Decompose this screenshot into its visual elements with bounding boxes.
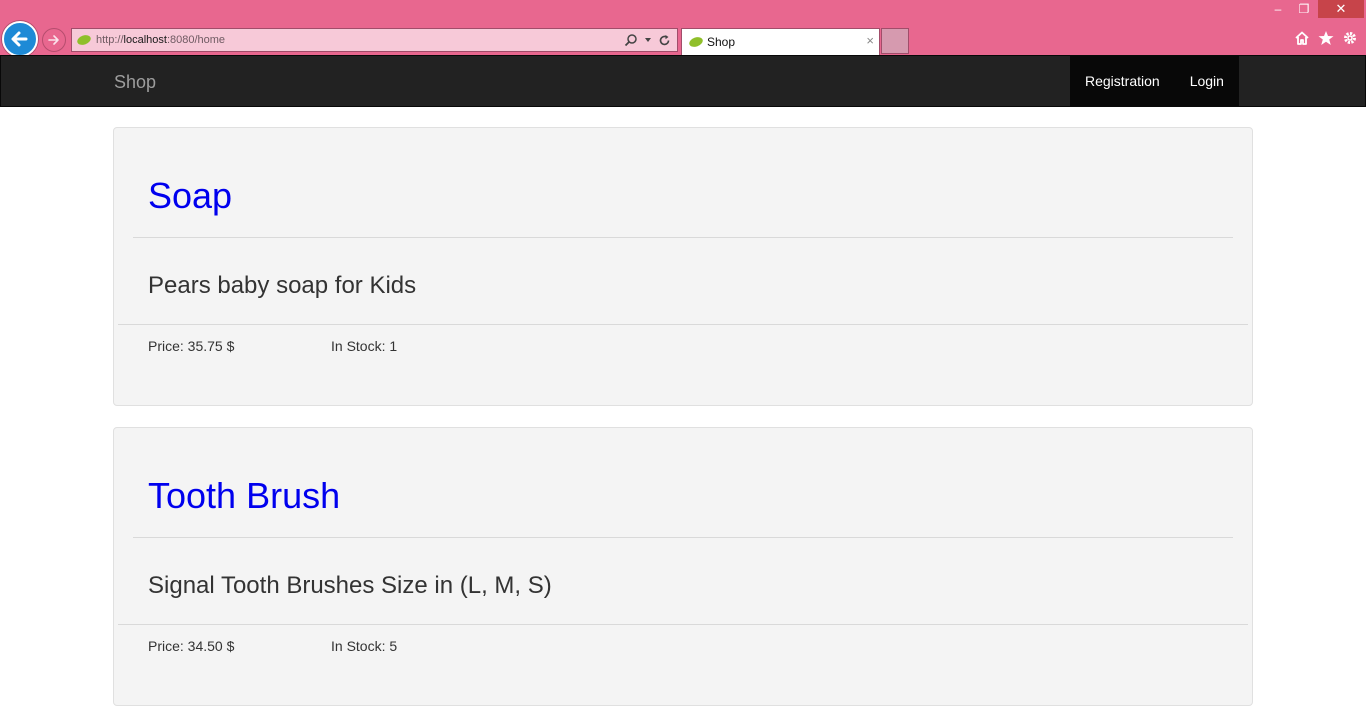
favorites-star-icon[interactable] bbox=[1318, 30, 1334, 46]
back-arrow-icon bbox=[11, 31, 28, 47]
forward-arrow-icon bbox=[48, 35, 59, 45]
search-icon[interactable] bbox=[624, 33, 638, 47]
dropdown-icon[interactable] bbox=[644, 36, 652, 44]
product-card: Tooth Brush Signal Tooth Brushes Size in… bbox=[113, 427, 1253, 706]
refresh-icon[interactable] bbox=[658, 34, 671, 47]
address-url[interactable]: http://localhost:8080/home bbox=[96, 33, 225, 47]
product-price: Price: 35.75 $ bbox=[148, 338, 235, 354]
brand-link[interactable]: Shop bbox=[114, 72, 156, 92]
browser-chrome: – ❐ ✕ http://localhost:8080/home Shop × bbox=[0, 0, 1366, 57]
tab-close-icon[interactable]: × bbox=[866, 34, 874, 48]
product-description: Signal Tooth Brushes Size in (L, M, S) bbox=[148, 572, 552, 599]
navbar-links: Registration Login bbox=[1070, 56, 1239, 106]
minimize-button[interactable]: – bbox=[1266, 0, 1290, 18]
settings-gear-icon[interactable] bbox=[1342, 30, 1358, 46]
product-list: Soap Pears baby soap for Kids Price: 35.… bbox=[113, 127, 1253, 727]
site-favicon-icon bbox=[77, 35, 91, 45]
new-tab-button[interactable] bbox=[881, 28, 909, 54]
tab-favicon-icon bbox=[689, 37, 703, 47]
forward-button[interactable] bbox=[42, 28, 66, 52]
product-title-link[interactable]: Soap bbox=[148, 176, 232, 216]
registration-link[interactable]: Registration bbox=[1070, 56, 1175, 106]
browser-tab-active[interactable]: Shop × bbox=[681, 28, 880, 55]
back-button[interactable] bbox=[2, 21, 38, 57]
product-title-link[interactable]: Tooth Brush bbox=[148, 476, 340, 516]
login-link[interactable]: Login bbox=[1175, 56, 1239, 106]
address-bar[interactable]: http://localhost:8080/home bbox=[71, 28, 678, 52]
product-stock: In Stock: 1 bbox=[331, 338, 398, 354]
tab-title: Shop bbox=[707, 35, 736, 49]
maximize-button[interactable]: ❐ bbox=[1290, 0, 1318, 18]
home-icon[interactable] bbox=[1294, 30, 1310, 46]
product-stock: In Stock: 5 bbox=[331, 638, 398, 654]
product-price: Price: 34.50 $ bbox=[148, 638, 235, 654]
product-card: Soap Pears baby soap for Kids Price: 35.… bbox=[113, 127, 1253, 406]
site-navbar: Shop Registration Login bbox=[0, 55, 1366, 107]
close-window-button[interactable]: ✕ bbox=[1318, 0, 1364, 18]
product-description: Pears baby soap for Kids bbox=[148, 272, 417, 299]
